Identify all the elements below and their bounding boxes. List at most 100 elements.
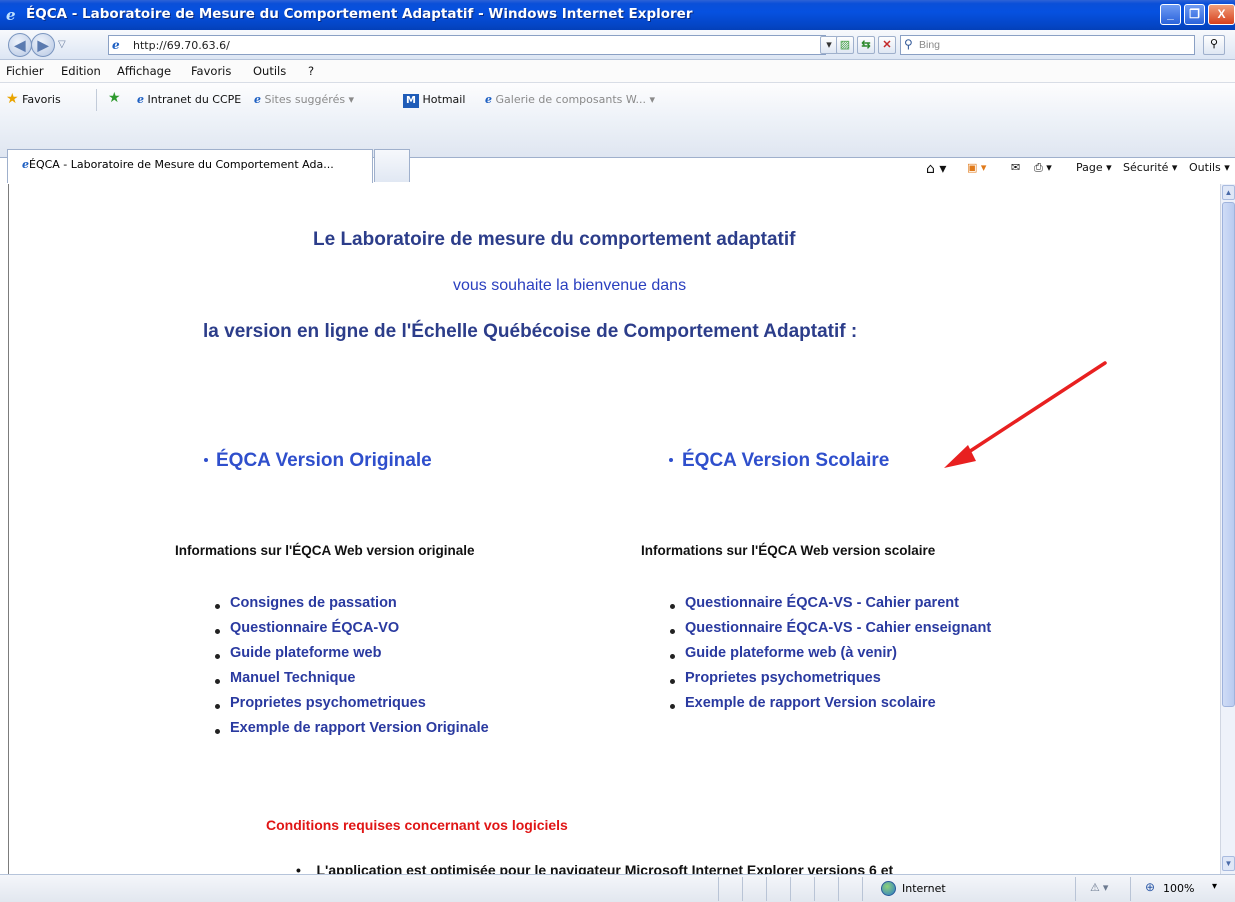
- bullet: [669, 458, 673, 462]
- maximize-button[interactable]: ❐: [1184, 4, 1205, 25]
- link-version-originale[interactable]: ÉQCA Version Originale: [216, 450, 432, 472]
- vertical-scrollbar[interactable]: ▲ ▼: [1220, 184, 1235, 874]
- refresh-icon[interactable]: ⇆: [857, 36, 875, 54]
- fav-suggested-sites[interactable]: e Sites suggérés ▾: [254, 93, 354, 106]
- favorites-button[interactable]: ★ Favoris: [6, 91, 61, 107]
- page-heading: Le Laboratoire de mesure du comportement…: [313, 229, 796, 250]
- list-item-originale[interactable]: Exemple de rapport Version Originale: [230, 720, 489, 736]
- security-zone: Internet: [902, 882, 946, 895]
- requirements-heading: Conditions requises concernant vos logic…: [266, 817, 568, 833]
- zoom-icon[interactable]: ⊕: [1145, 880, 1155, 894]
- fav-web-slice-gallery[interactable]: e Galerie de composants W... ▾: [485, 93, 655, 106]
- list-item-scolaire[interactable]: Exemple de rapport Version scolaire: [685, 695, 936, 711]
- menu-favoris[interactable]: Favoris: [191, 64, 231, 78]
- list-item-originale[interactable]: Manuel Technique: [230, 670, 355, 686]
- page-subheading: la version en ligne de l'Échelle Québéco…: [203, 321, 858, 342]
- menu-edition[interactable]: Edition: [61, 64, 101, 78]
- welcome-text: vous souhaite la bienvenue dans: [453, 277, 687, 294]
- recent-pages-dropdown-icon[interactable]: ▽: [58, 39, 66, 50]
- bullet: [215, 704, 220, 709]
- list-item-scolaire[interactable]: Questionnaire ÉQCA-VS - Cahier parent: [685, 595, 959, 611]
- divider: [814, 877, 815, 901]
- divider: [862, 877, 863, 901]
- stop-icon[interactable]: ✕: [878, 36, 896, 54]
- close-button[interactable]: X: [1208, 4, 1235, 25]
- divider: [1075, 877, 1076, 901]
- list-item-originale[interactable]: Guide plateforme web: [230, 645, 381, 661]
- info-heading-scolaire: Informations sur l'ÉQCA Web version scol…: [641, 543, 936, 558]
- list-item-scolaire[interactable]: Proprietes psychometriques: [685, 670, 881, 686]
- tab-eqca[interactable]: eÉQCA - Laboratoire de Mesure du Comport…: [7, 149, 373, 183]
- tools-menu[interactable]: Outils ▾: [1189, 161, 1230, 174]
- tab-row: eÉQCA - Laboratoire de Mesure du Comport…: [0, 118, 1235, 183]
- internet-zone-icon: [881, 881, 896, 896]
- compatibility-view-icon[interactable]: ▨: [836, 36, 854, 54]
- add-to-favorites-icon[interactable]: ★: [108, 90, 121, 106]
- tab-title: eÉQCA - Laboratoire de Mesure du Comport…: [22, 158, 334, 171]
- back-button[interactable]: ◀: [8, 33, 32, 57]
- divider: [766, 877, 767, 901]
- hotmail-icon: M: [403, 94, 419, 108]
- link-version-scolaire[interactable]: ÉQCA Version Scolaire: [682, 450, 889, 472]
- bullet: [204, 458, 208, 462]
- security-menu[interactable]: Sécurité ▾: [1123, 161, 1177, 174]
- new-tab-button[interactable]: [374, 149, 410, 182]
- search-icon: ⚲: [904, 37, 913, 51]
- print-icon[interactable]: ⎙ ▾: [1034, 161, 1052, 175]
- bullet: [670, 679, 675, 684]
- menu-bar: Fichier Edition Affichage Favoris Outils…: [0, 60, 1235, 83]
- scroll-up-icon[interactable]: ▲: [1222, 185, 1235, 200]
- menu-outils[interactable]: Outils: [253, 64, 286, 78]
- divider: [838, 877, 839, 901]
- divider: [718, 877, 719, 901]
- list-item-originale[interactable]: Questionnaire ÉQCA-VO: [230, 620, 399, 636]
- address-bar: ◀ ▶ ▽ e http://69.70.63.6/ ▾ ▨ ⇆ ✕ ⚲ Bin…: [0, 30, 1235, 60]
- home-icon[interactable]: ⌂ ▾: [926, 161, 946, 177]
- bullet: [670, 654, 675, 659]
- search-input[interactable]: ⚲ Bing: [900, 35, 1195, 55]
- fav-intranet[interactable]: e Intranet du CCPE: [137, 93, 241, 106]
- bullet: [215, 679, 220, 684]
- window-title: ÉQCA - Laboratoire de Mesure du Comporte…: [26, 6, 693, 22]
- menu-affichage[interactable]: Affichage: [117, 64, 171, 78]
- ie-page-icon: e: [137, 93, 144, 106]
- ie-page-icon: e: [254, 93, 261, 106]
- scroll-down-icon[interactable]: ▼: [1222, 856, 1235, 871]
- zoom-level[interactable]: 100%: [1163, 882, 1194, 895]
- divider: [1130, 877, 1131, 901]
- feeds-icon[interactable]: ▣ ▾: [967, 161, 986, 174]
- minimize-button[interactable]: _: [1160, 4, 1181, 25]
- search-placeholder: Bing: [919, 39, 941, 51]
- address-input[interactable]: e http://69.70.63.6/: [108, 35, 826, 55]
- protected-mode-icon[interactable]: ⚠ ▾: [1090, 881, 1108, 894]
- zoom-dropdown-icon[interactable]: ▾: [1212, 881, 1217, 892]
- red-arrow-annotation: [944, 361, 1107, 468]
- bullet: [215, 604, 220, 609]
- bullet: [215, 729, 220, 734]
- requirements-first-line: • L'application est optimisée pour le na…: [296, 862, 894, 874]
- page-menu[interactable]: Page ▾: [1076, 161, 1112, 174]
- ie-page-icon: e: [112, 38, 120, 52]
- search-button[interactable]: ⚲: [1203, 35, 1225, 55]
- favorites-label: Favoris: [22, 93, 61, 106]
- divider: [742, 877, 743, 901]
- list-item-scolaire[interactable]: Guide plateforme web (à venir): [685, 645, 897, 661]
- scroll-thumb[interactable]: [1222, 202, 1235, 707]
- status-bar: Internet ⚠ ▾ ⊕ 100% ▾: [0, 874, 1235, 902]
- menu-help[interactable]: ?: [308, 64, 314, 78]
- list-item-originale[interactable]: Consignes de passation: [230, 595, 397, 611]
- list-item-scolaire[interactable]: Questionnaire ÉQCA-VS - Cahier enseignan…: [685, 620, 991, 636]
- bullet: [670, 629, 675, 634]
- forward-button[interactable]: ▶: [31, 33, 55, 57]
- favorites-bar: ★ Favoris ★ e Intranet du CCPE e Sites s…: [0, 83, 1235, 118]
- ie-page-icon: e: [22, 158, 29, 171]
- menu-fichier[interactable]: Fichier: [6, 64, 44, 78]
- bullet: [215, 654, 220, 659]
- bullet: [670, 604, 675, 609]
- fav-hotmail[interactable]: M Hotmail: [403, 93, 465, 108]
- read-mail-icon[interactable]: ✉: [1011, 161, 1020, 174]
- bullet: [670, 704, 675, 709]
- title-bar: e ÉQCA - Laboratoire de Mesure du Compor…: [0, 0, 1235, 30]
- address-url[interactable]: http://69.70.63.6/: [133, 39, 230, 52]
- list-item-originale[interactable]: Proprietes psychometriques: [230, 695, 426, 711]
